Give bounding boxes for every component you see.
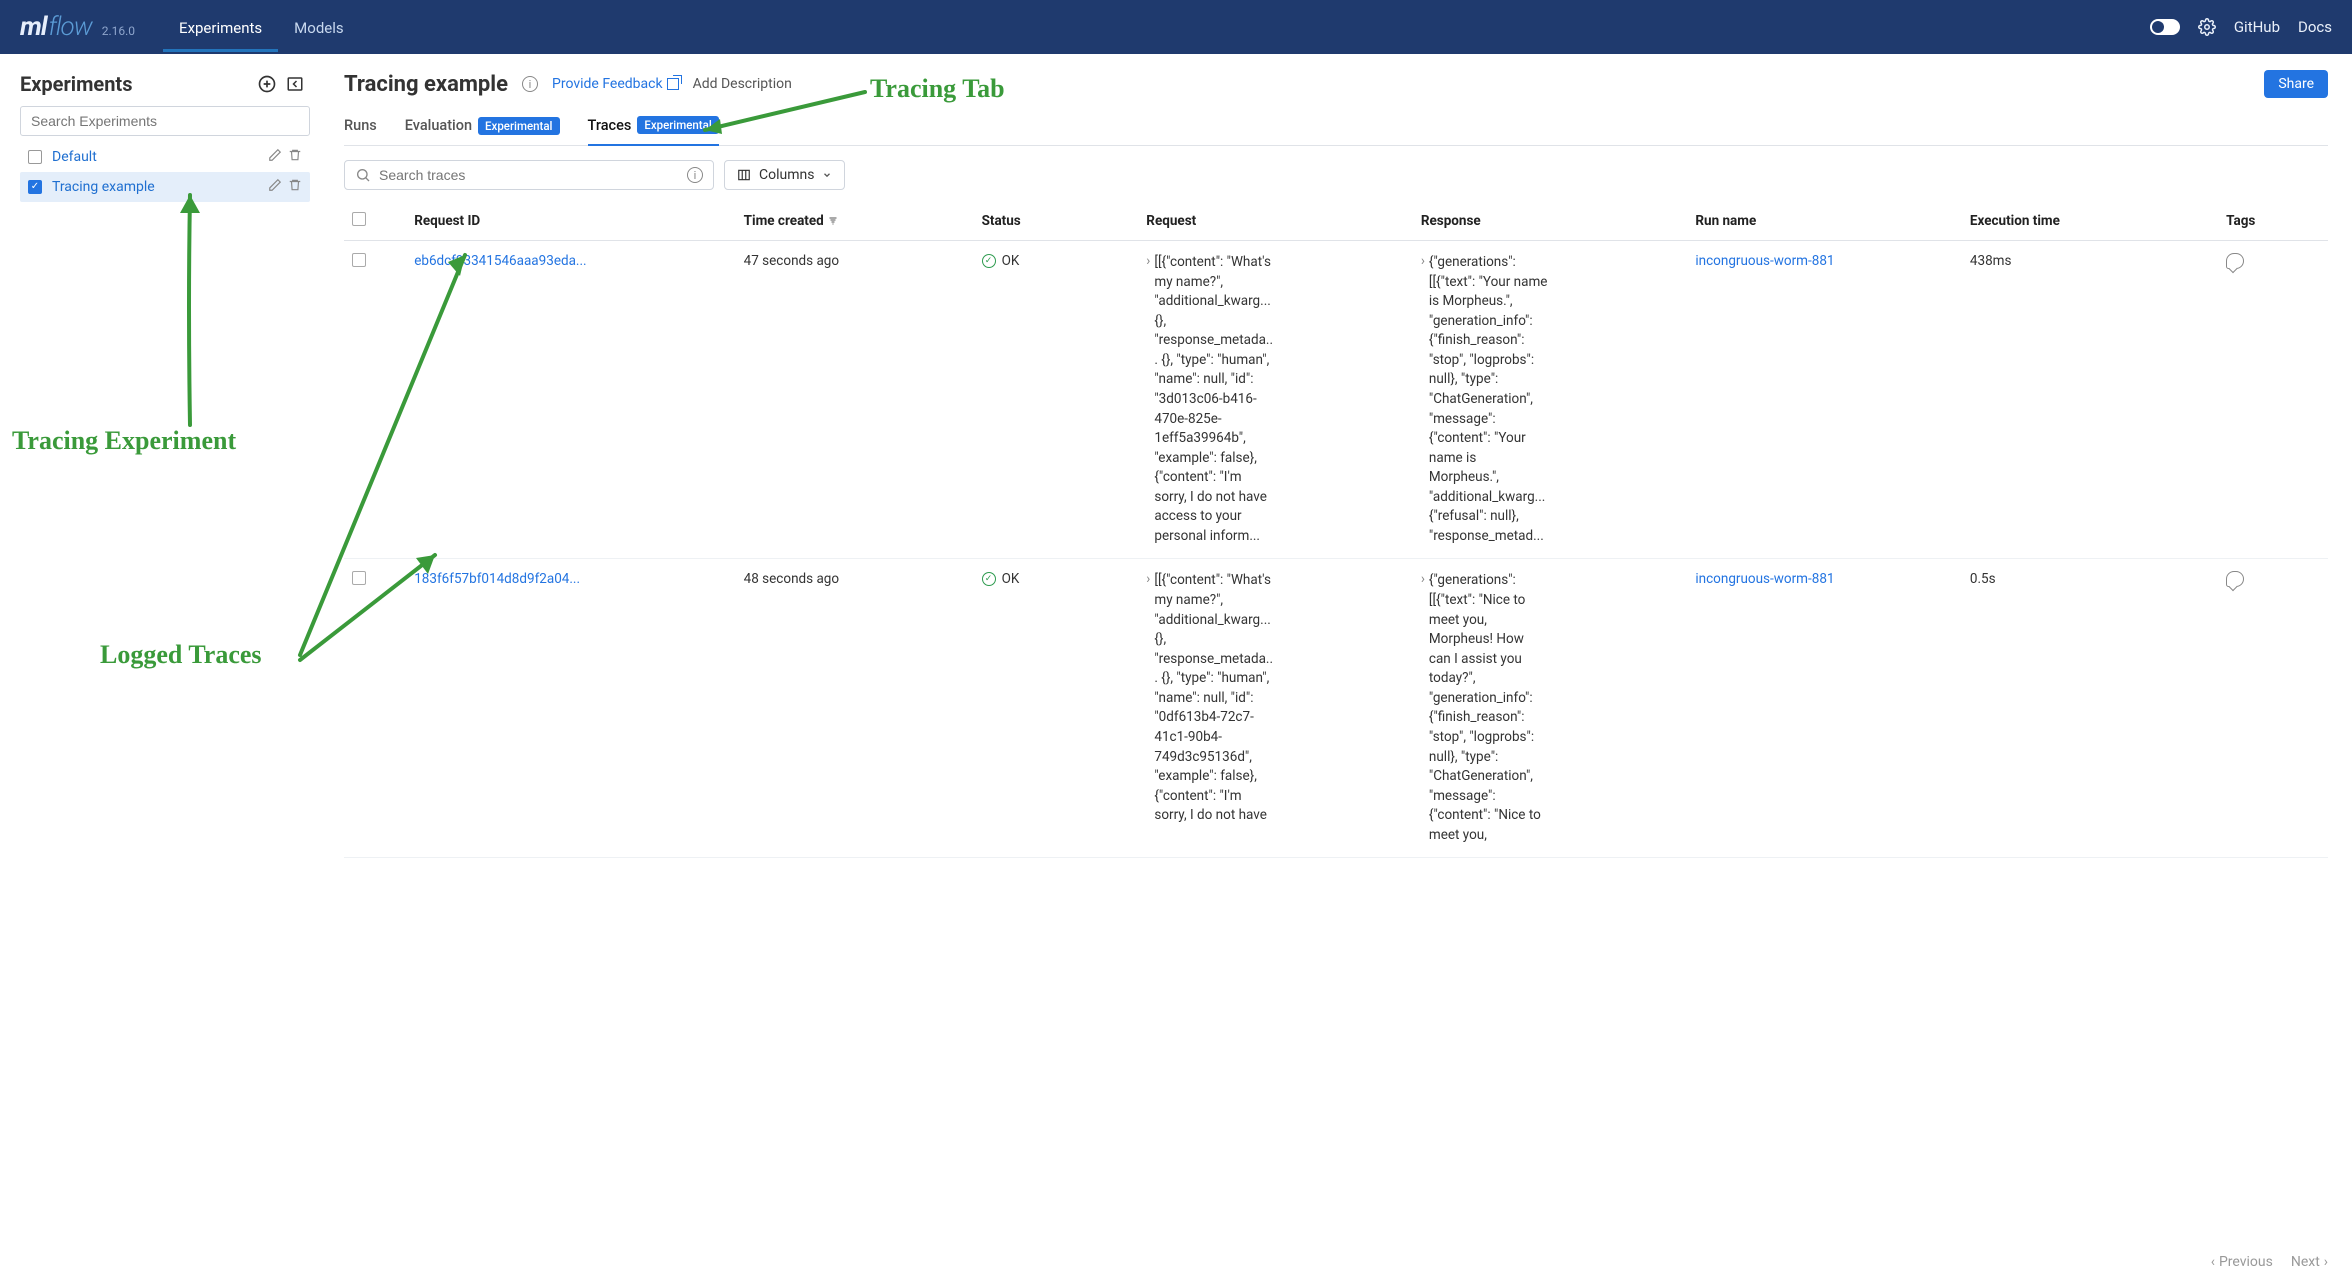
logo[interactable]: ml flow 2.16.0 — [20, 12, 135, 42]
tags-icon[interactable] — [2226, 571, 2244, 587]
page-title: Tracing example — [344, 72, 508, 97]
run-name-link[interactable]: incongruous-worm-881 — [1695, 571, 1834, 587]
table-row[interactable]: 183f6f57bf014d8d9f2a04... 48 seconds ago… — [344, 559, 2328, 858]
pagination: ‹ Previous Next › — [2211, 1254, 2328, 1270]
logo-ml: ml — [20, 12, 47, 42]
execution-time-cell: 0.5s — [1962, 559, 2218, 858]
add-description-button[interactable]: Add Description — [693, 76, 792, 92]
run-name-link[interactable]: incongruous-worm-881 — [1695, 253, 1834, 269]
search-experiments-input[interactable] — [20, 106, 310, 136]
sort-icon — [827, 215, 839, 227]
traces-table: Request ID Time created Status Request R… — [344, 202, 2328, 858]
provide-feedback-link[interactable]: Provide Feedback — [552, 76, 679, 92]
experimental-badge: Experimental — [637, 116, 718, 134]
select-all-checkbox[interactable] — [352, 212, 366, 226]
tab-traces[interactable]: TracesExperimental — [588, 116, 719, 146]
version-label: 2.16.0 — [102, 24, 135, 38]
response-snippet: {"generations": [[{"text": "Your name is… — [1429, 253, 1549, 546]
expand-request-icon[interactable]: › — [1146, 253, 1154, 269]
tab-runs[interactable]: Runs — [344, 116, 377, 145]
col-time-created[interactable]: Time created — [736, 202, 974, 241]
experiments-sidebar: Experiments Default — [0, 54, 320, 1280]
theme-toggle[interactable] — [2150, 19, 2180, 35]
experiment-label: Tracing example — [52, 179, 258, 195]
expand-response-icon[interactable]: › — [1421, 571, 1429, 587]
docs-link[interactable]: Docs — [2298, 18, 2332, 36]
nav-models[interactable]: Models — [278, 3, 359, 52]
collapse-sidebar-icon[interactable] — [284, 73, 306, 95]
execution-time-cell: 438ms — [1962, 241, 2218, 559]
search-icon — [355, 167, 371, 183]
share-button[interactable]: Share — [2264, 70, 2328, 98]
col-request-id[interactable]: Request ID — [406, 202, 735, 241]
col-execution-time[interactable]: Execution time — [1962, 202, 2218, 241]
experiment-row-default[interactable]: Default — [20, 142, 310, 172]
request-snippet: [[{"content": "What's my name?", "additi… — [1154, 253, 1274, 546]
add-experiment-icon[interactable] — [256, 73, 278, 95]
primary-nav: Experiments Models — [163, 3, 360, 52]
settings-icon[interactable] — [2198, 18, 2216, 36]
table-row[interactable]: eb6dcf93341546aaa93eda... 47 seconds ago… — [344, 241, 2328, 559]
delete-icon[interactable] — [288, 148, 302, 166]
col-response[interactable]: Response — [1413, 202, 1688, 241]
app-header: ml flow 2.16.0 Experiments Models GitHub… — [0, 0, 2352, 54]
time-created-cell: 47 seconds ago — [736, 241, 974, 559]
status-cell: OK — [982, 571, 1131, 587]
status-cell: OK — [982, 253, 1131, 269]
expand-request-icon[interactable]: › — [1146, 571, 1154, 587]
main-content: Tracing example i Provide Feedback Add D… — [320, 54, 2352, 1280]
tags-icon[interactable] — [2226, 253, 2244, 269]
ok-icon — [982, 254, 996, 268]
prev-page[interactable]: ‹ Previous — [2211, 1254, 2273, 1270]
info-icon[interactable]: i — [522, 76, 538, 92]
delete-icon[interactable] — [288, 178, 302, 196]
search-help-icon[interactable]: i — [687, 167, 703, 183]
col-request[interactable]: Request — [1138, 202, 1413, 241]
request-id-link[interactable]: eb6dcf93341546aaa93eda... — [414, 253, 586, 269]
edit-icon[interactable] — [268, 148, 282, 166]
time-created-cell: 48 seconds ago — [736, 559, 974, 858]
checkbox[interactable] — [28, 150, 42, 164]
experiment-label: Default — [52, 149, 258, 165]
sidebar-title: Experiments — [20, 72, 132, 96]
nav-experiments[interactable]: Experiments — [163, 3, 278, 52]
experiment-subtabs: Runs EvaluationExperimental TracesExperi… — [344, 116, 2328, 146]
table-header-row: Request ID Time created Status Request R… — [344, 202, 2328, 241]
experimental-badge: Experimental — [478, 117, 559, 135]
ok-icon — [982, 572, 996, 586]
search-traces-wrapper[interactable]: i — [344, 160, 714, 190]
col-tags[interactable]: Tags — [2218, 202, 2328, 241]
tab-evaluation[interactable]: EvaluationExperimental — [405, 116, 560, 145]
request-snippet: [[{"content": "What's my name?", "additi… — [1154, 571, 1274, 825]
col-status[interactable]: Status — [974, 202, 1139, 241]
external-link-icon — [667, 78, 679, 90]
expand-response-icon[interactable]: › — [1421, 253, 1429, 269]
row-checkbox[interactable] — [352, 571, 366, 585]
row-checkbox[interactable] — [352, 253, 366, 267]
columns-icon — [737, 168, 751, 182]
checkbox[interactable] — [28, 180, 42, 194]
col-run-name[interactable]: Run name — [1687, 202, 1962, 241]
chevron-down-icon — [822, 170, 832, 180]
experiment-row-tracing[interactable]: Tracing example — [20, 172, 310, 202]
response-snippet: {"generations": [[{"text": "Nice to meet… — [1429, 571, 1549, 845]
search-traces-input[interactable] — [379, 167, 679, 183]
github-link[interactable]: GitHub — [2234, 18, 2280, 36]
logo-flow: flow — [49, 12, 92, 42]
edit-icon[interactable] — [268, 178, 282, 196]
next-page[interactable]: Next › — [2291, 1254, 2328, 1270]
columns-button[interactable]: Columns — [724, 160, 845, 190]
experiments-list: Default Tracing example — [20, 142, 310, 202]
request-id-link[interactable]: 183f6f57bf014d8d9f2a04... — [414, 571, 580, 587]
